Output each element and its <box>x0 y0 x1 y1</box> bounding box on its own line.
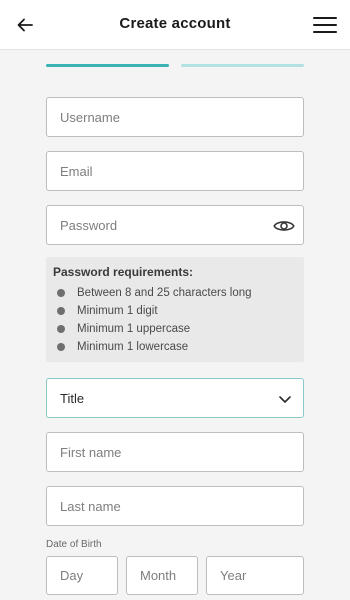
title-select[interactable]: Title <box>46 378 304 418</box>
requirement-item: Minimum 1 digit <box>53 302 296 320</box>
username-field[interactable] <box>46 97 304 137</box>
email-field[interactable] <box>46 151 304 191</box>
password-field[interactable] <box>46 205 304 245</box>
bullet-icon <box>57 289 65 297</box>
requirement-text: Minimum 1 digit <box>77 305 158 317</box>
step-progress <box>46 64 304 68</box>
dob-year-input[interactable] <box>220 568 303 583</box>
first-name-input[interactable] <box>60 444 303 460</box>
dob-month-input[interactable] <box>140 568 197 583</box>
dob-year-field[interactable] <box>206 556 304 595</box>
title-select-value: Title <box>60 390 85 406</box>
progress-step-2-inactive <box>181 64 304 67</box>
password-requirements: Password requirements: Between 8 and 25 … <box>46 257 304 362</box>
requirements-title: Password requirements: <box>53 265 194 279</box>
dob-day-field[interactable] <box>46 556 118 595</box>
eye-icon <box>273 221 295 231</box>
requirement-item: Minimum 1 lowercase <box>53 338 296 356</box>
requirement-item: Between 8 and 25 characters long <box>53 284 296 302</box>
bullet-icon <box>57 307 65 315</box>
first-name-field[interactable] <box>46 432 304 472</box>
date-of-birth-label: Date of Birth <box>46 539 102 550</box>
requirement-text: Minimum 1 lowercase <box>77 341 189 353</box>
username-input[interactable] <box>60 109 303 125</box>
page-title: Create account <box>119 15 231 32</box>
last-name-field[interactable] <box>46 486 304 526</box>
progress-step-1-active <box>46 64 169 67</box>
last-name-input[interactable] <box>60 498 303 514</box>
bullet-icon <box>57 325 65 333</box>
chevron-down-icon <box>279 396 291 403</box>
app-header: Create account <box>0 0 350 50</box>
bullet-icon <box>57 343 65 351</box>
requirement-item: Minimum 1 uppercase <box>53 320 296 338</box>
hamburger-menu-icon <box>313 17 337 33</box>
show-password-button[interactable] <box>273 215 295 237</box>
requirement-text: Between 8 and 25 characters long <box>77 287 252 299</box>
requirement-text: Minimum 1 uppercase <box>77 323 191 335</box>
password-input[interactable] <box>60 217 260 233</box>
menu-button[interactable] <box>312 14 338 36</box>
email-input[interactable] <box>60 163 303 179</box>
dob-month-field[interactable] <box>126 556 198 595</box>
dob-day-input[interactable] <box>60 568 117 583</box>
